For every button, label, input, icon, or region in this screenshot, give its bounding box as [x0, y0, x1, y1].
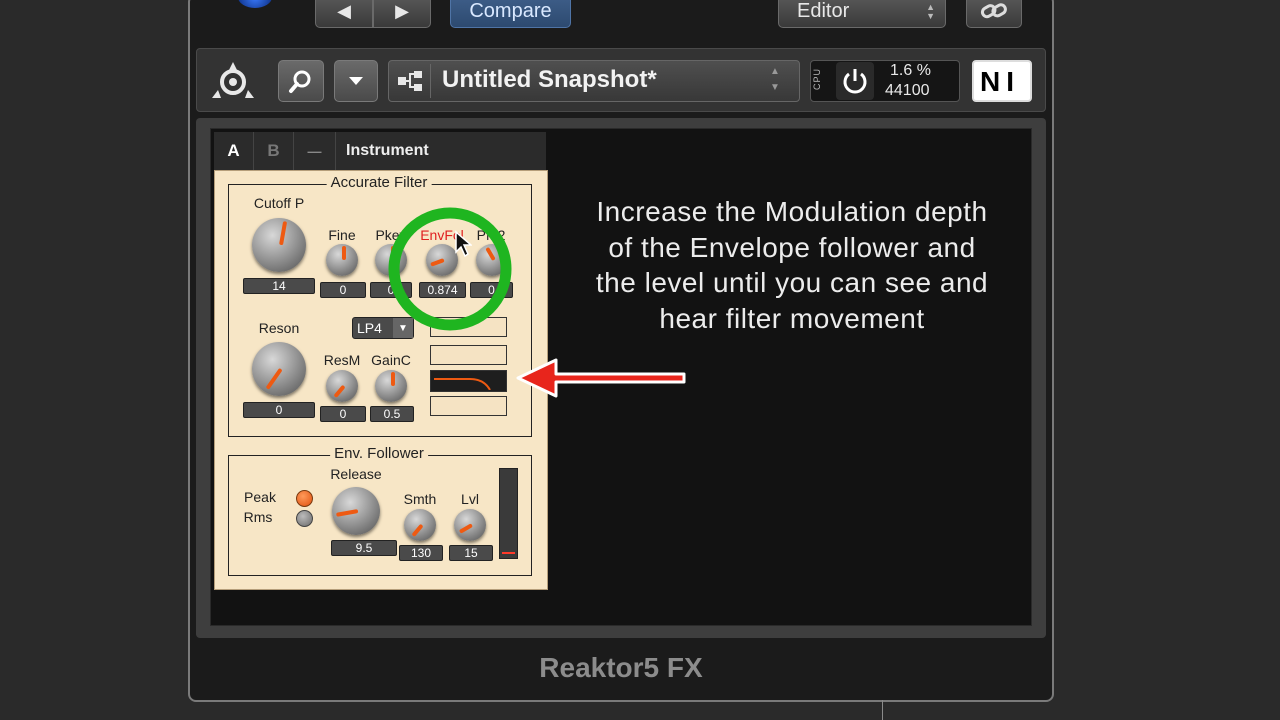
updown-icon: ▲ ▼ [926, 2, 935, 21]
rms-radio[interactable] [296, 510, 313, 527]
power-button[interactable] [836, 62, 874, 100]
fine-label: Fine [328, 227, 356, 243]
search-icon [289, 70, 311, 93]
menu-dropdown-button[interactable] [334, 60, 378, 102]
cpu-label: CPU [812, 67, 823, 91]
mod-slot-envelope[interactable] [430, 370, 507, 392]
fine-knob[interactable] [326, 244, 358, 276]
sample-rate: 44100 [885, 82, 930, 99]
instruction-text: Increase the Modulation depth of the Env… [595, 196, 989, 334]
filter-title: Accurate Filter [326, 174, 432, 191]
compare-button[interactable]: Compare [450, 0, 571, 28]
gainc-knob[interactable] [375, 370, 407, 402]
lvl-knob[interactable] [454, 509, 486, 541]
cpu-percent: 1.6 % [890, 62, 931, 79]
gainc-value[interactable]: 0.5 [370, 406, 414, 422]
lvl-label: Lvl [461, 491, 479, 507]
mod-slot-2[interactable] [430, 345, 507, 365]
env-follower-title: Env. Follower [330, 445, 428, 462]
tab-b[interactable]: B [254, 132, 294, 170]
reson-value[interactable]: 0 [243, 402, 315, 418]
release-value[interactable]: 9.5 [331, 540, 397, 556]
cutoff-value[interactable]: 14 [243, 278, 315, 294]
previous-preset-button[interactable]: ◀ [315, 0, 373, 28]
lvl-value[interactable]: 15 [449, 545, 493, 561]
peak-label: Peak [244, 489, 276, 505]
snapshot-name: Untitled Snapshot* [442, 66, 657, 93]
reson-knob[interactable] [252, 342, 306, 396]
browser-search-button[interactable] [278, 60, 324, 102]
arrow-right-icon: ▶ [395, 0, 409, 21]
release-knob[interactable] [332, 487, 380, 535]
tab-a[interactable]: A [214, 132, 254, 170]
instrument-name: Instrument [346, 142, 429, 159]
cutoff-knob[interactable] [252, 218, 306, 272]
snapshot-structure-icon [396, 64, 431, 98]
fine-value[interactable]: 0 [320, 282, 366, 298]
ni-logo: NI [972, 60, 1032, 102]
filter-mode-value: LP4 [357, 320, 382, 336]
next-preset-button[interactable]: ▶ [373, 0, 431, 28]
link-button[interactable] [966, 0, 1022, 28]
resm-knob[interactable] [326, 370, 358, 402]
level-meter [499, 468, 518, 559]
link-icon [980, 3, 1007, 19]
envelope-curve [434, 378, 491, 390]
arrow-left-icon: ◀ [337, 0, 351, 21]
smth-label: Smth [403, 491, 437, 507]
chevron-down-icon [349, 77, 363, 85]
resm-label: ResM [323, 352, 361, 368]
power-icon [843, 69, 867, 94]
peak-radio[interactable] [296, 490, 313, 507]
snapshot-updown-icon[interactable]: ▲ ▼ [770, 64, 780, 96]
mod-slot-3[interactable] [430, 396, 507, 416]
reson-label: Reson [258, 320, 300, 336]
rms-label: Rms [243, 509, 273, 525]
cutoff-label: Cutoff P [253, 195, 305, 211]
release-label: Release [330, 466, 382, 482]
smth-value[interactable]: 130 [399, 545, 443, 561]
level-meter-peak [502, 552, 515, 554]
plugin-name: Reaktor5 FX [539, 652, 703, 683]
divider [882, 700, 883, 720]
cursor-icon [455, 230, 472, 258]
view-select[interactable]: Editor ▲ ▼ [778, 0, 946, 28]
tab-dash[interactable]: — [294, 132, 336, 170]
highlight-circle [388, 207, 512, 331]
resm-value[interactable]: 0 [320, 406, 366, 422]
reaktor-logo-icon[interactable] [206, 58, 260, 104]
ni-logo-text: NI [980, 66, 1020, 97]
smth-knob[interactable] [404, 509, 436, 541]
view-select-value: Editor [797, 0, 850, 22]
pointer-arrow-icon [516, 358, 686, 398]
gainc-label: GainC [371, 352, 411, 368]
